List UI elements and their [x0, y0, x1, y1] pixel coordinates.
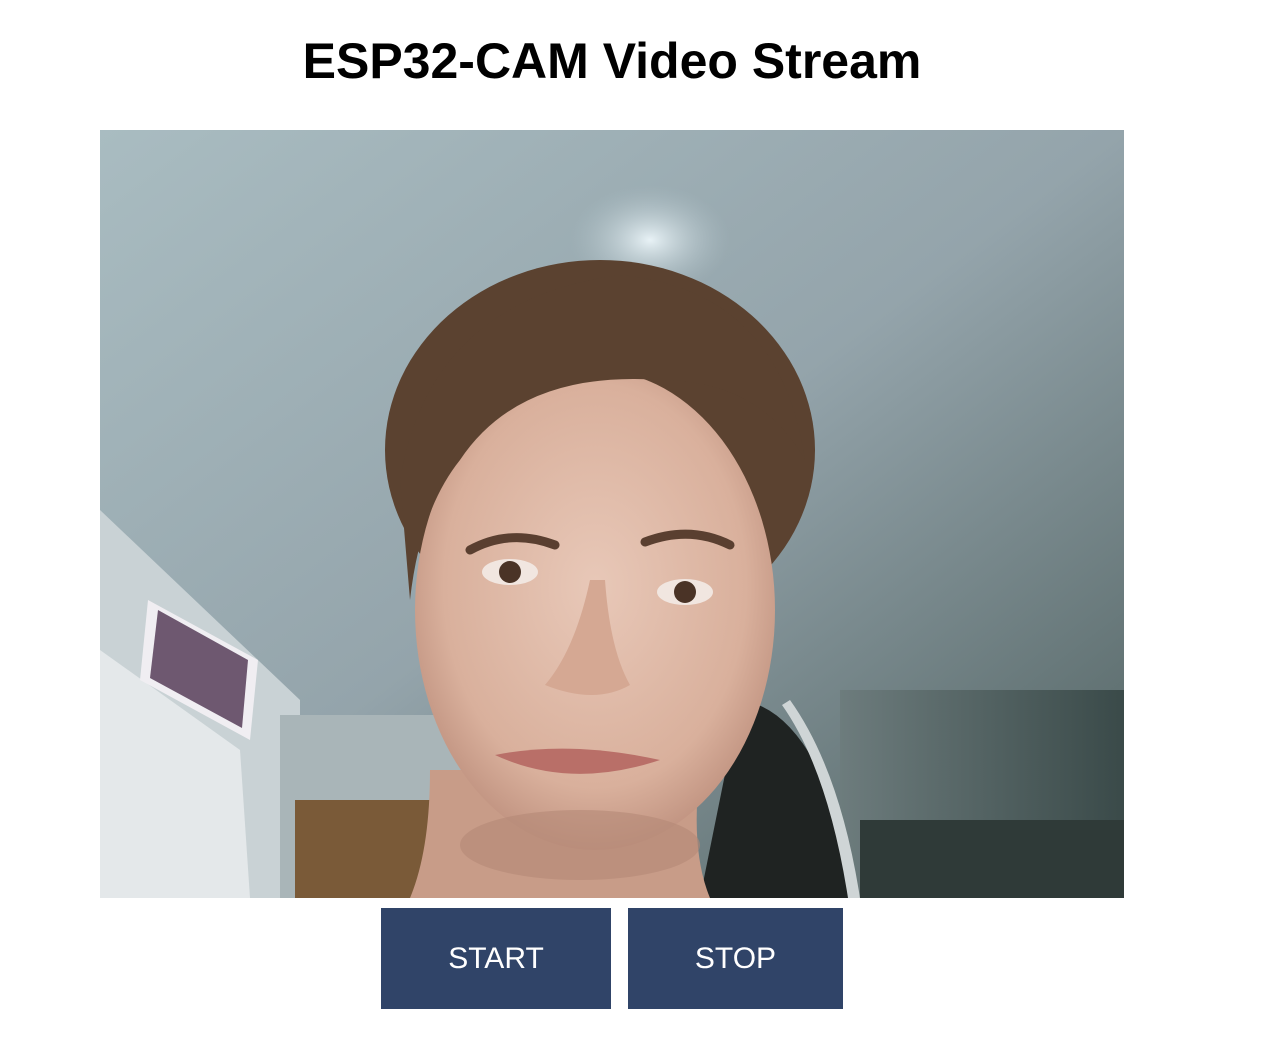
video-frame-image: [100, 130, 1124, 898]
page-title: ESP32-CAM Video Stream: [302, 33, 922, 89]
video-stream: [100, 130, 1124, 898]
page: ESP32-CAM Video Stream START STOP: [0, 0, 1277, 1053]
start-button[interactable]: START: [381, 908, 611, 1009]
stop-button[interactable]: STOP: [628, 908, 843, 1009]
